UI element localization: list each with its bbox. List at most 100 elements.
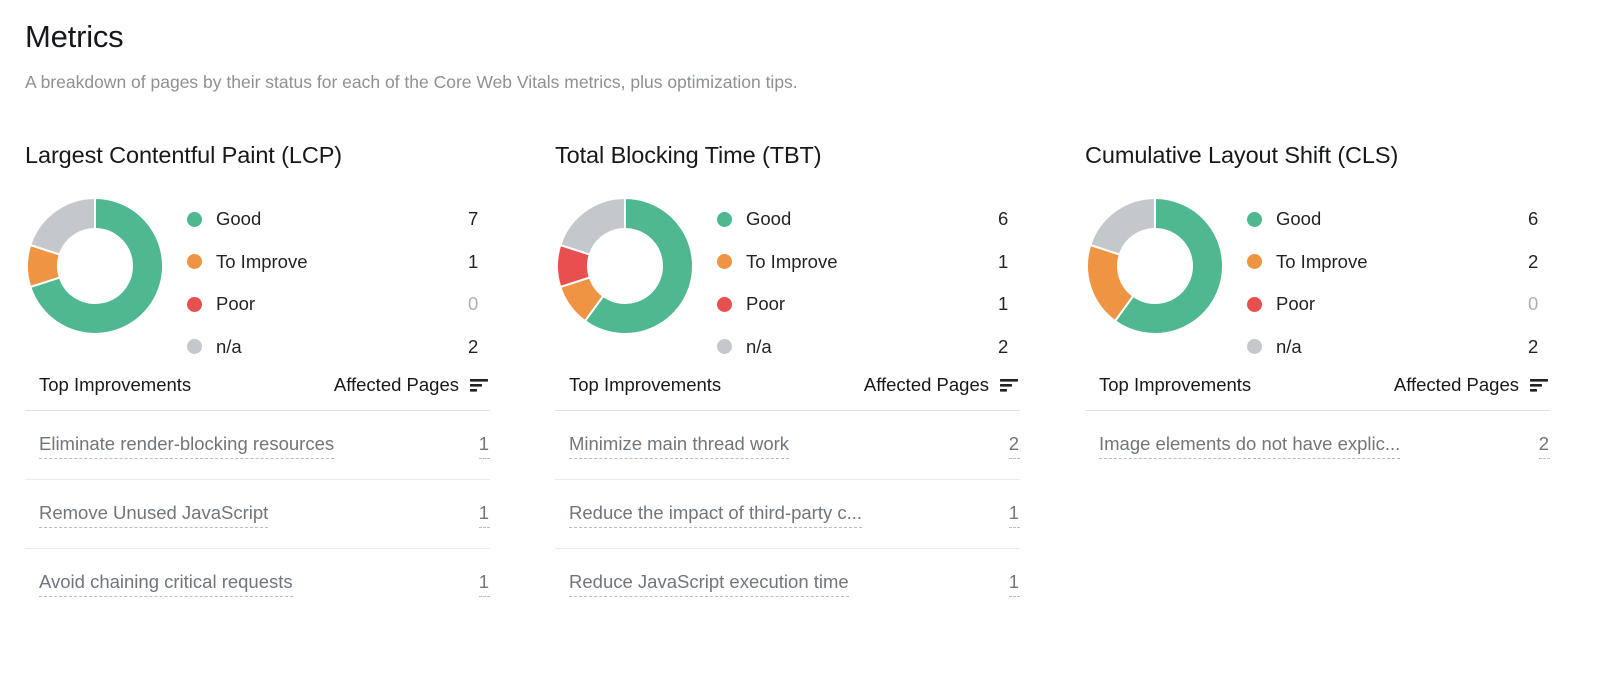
affected-pages-count[interactable]: 1 — [1009, 570, 1020, 597]
column-header-affected-pages-label: Affected Pages — [1394, 374, 1519, 396]
legend-dot-icon — [187, 212, 202, 227]
chart-legend: Good 7 To Improve 1 Poor 0 n/a 2 — [187, 192, 490, 368]
metric-column-inner: Total Blocking Time (TBT)Good6To Improve… — [555, 140, 1020, 618]
legend-label: n/a — [216, 336, 242, 358]
legend-item-good[interactable]: Good 7 — [187, 198, 490, 241]
table-row[interactable]: Minimize main thread work 2 — [555, 411, 1020, 480]
table-row[interactable]: Avoid chaining critical requests 1 — [25, 549, 490, 618]
donut-chart — [25, 196, 165, 336]
legend-item-n-a[interactable]: n/a 2 — [1247, 326, 1550, 369]
metric-columns: Largest Contentful Paint (LCP) Good 7 To Im… — [0, 140, 1600, 618]
legend-value: 0 — [450, 293, 490, 315]
metrics-page: Metrics A breakdown of pages by their st… — [0, 0, 1600, 683]
chart-legend: Good 6 To Improve 2 Poor0 n/a 2 — [1247, 192, 1550, 368]
legend-label: n/a — [1276, 336, 1302, 358]
legend-item-poor[interactable]: Poor 1 — [717, 283, 1020, 326]
legend-item-poor[interactable]: Poor 0 — [187, 283, 490, 326]
table-row[interactable]: Reduce the impact of third-party c... 1 — [555, 480, 1020, 549]
improvement-name[interactable]: Minimize main thread work — [569, 432, 789, 459]
column-header-affected-pages[interactable]: Affected Pages — [334, 374, 490, 396]
metric-column-1: Largest Contentful Paint (LCP) Good 7 To Im… — [0, 140, 530, 618]
sort-descending-icon[interactable] — [469, 377, 489, 393]
legend-dot-icon — [187, 297, 202, 312]
legend-dot-icon — [717, 254, 732, 269]
metric-title: Largest Contentful Paint (LCP) — [25, 140, 490, 170]
page-title: Metrics — [25, 18, 1600, 56]
improvement-name[interactable]: Reduce JavaScript execution time — [569, 570, 849, 597]
metric-column-inner: Cumulative Layout Shift (CLS) Good 6 To Imp… — [1085, 140, 1550, 480]
affected-pages-count[interactable]: 1 — [1009, 501, 1020, 528]
legend-value: 0 — [1510, 293, 1550, 315]
table-row[interactable]: Eliminate render-blocking resources 1 — [25, 411, 490, 480]
improvements-rows: Image elements do not have explic... 2 — [1085, 410, 1550, 480]
legend-dot-icon — [1247, 212, 1262, 227]
affected-pages-count[interactable]: 1 — [479, 501, 490, 528]
affected-pages-count[interactable]: 1 — [479, 432, 490, 459]
chart-block: Good7To Improve1Poor0n/a2 — [25, 192, 490, 352]
legend-label: Good — [1276, 208, 1321, 230]
legend-item-n-a[interactable]: n/a 2 — [187, 326, 490, 369]
legend-label: Poor — [746, 293, 785, 315]
legend-item-good[interactable]: Good6 — [717, 198, 1020, 241]
legend-dot-icon — [717, 297, 732, 312]
column-header-top-improvements[interactable]: Top Improvements — [569, 374, 721, 396]
legend-dot-icon — [1247, 254, 1262, 269]
column-header-affected-pages[interactable]: Affected Pages — [1394, 374, 1550, 396]
affected-pages-count[interactable]: 2 — [1009, 432, 1020, 459]
legend-value: 6 — [1510, 208, 1550, 230]
legend-item-poor[interactable]: Poor0 — [1247, 283, 1550, 326]
legend-value: 1 — [450, 251, 490, 273]
donut-slice-n-a[interactable] — [560, 198, 625, 255]
legend-item-to-improve[interactable]: To Improve 1 — [717, 241, 1020, 284]
affected-pages-count[interactable]: 2 — [1539, 432, 1550, 459]
improvements-table-header: Top Improvements Affected Pages — [25, 374, 490, 410]
affected-pages-count[interactable]: 1 — [479, 570, 490, 597]
improvements-rows: Eliminate render-blocking resources1Remo… — [25, 410, 490, 618]
legend-dot-icon — [1247, 339, 1262, 354]
legend-item-n-a[interactable]: n/a2 — [717, 326, 1020, 369]
table-row[interactable]: Remove Unused JavaScript 1 — [25, 480, 490, 549]
legend-label: To Improve — [1276, 251, 1368, 273]
improvement-name[interactable]: Reduce the impact of third-party c... — [569, 501, 862, 528]
legend-value: 1 — [980, 251, 1020, 273]
sort-descending-icon[interactable] — [1529, 377, 1549, 393]
legend-value: 7 — [450, 208, 490, 230]
column-header-top-improvements[interactable]: Top Improvements — [1099, 374, 1251, 396]
legend-label: To Improve — [216, 251, 308, 273]
legend-item-to-improve[interactable]: To Improve 2 — [1247, 241, 1550, 284]
donut-chart — [555, 196, 695, 336]
legend-value: 2 — [980, 336, 1020, 358]
improvement-name[interactable]: Image elements do not have explic... — [1099, 432, 1400, 459]
legend-item-good[interactable]: Good 6 — [1247, 198, 1550, 241]
improvements-table-header: Top Improvements Affected Pages — [555, 374, 1020, 410]
donut-slice-n-a[interactable] — [1090, 198, 1155, 255]
legend-label: Poor — [216, 293, 255, 315]
column-header-affected-pages[interactable]: Affected Pages — [864, 374, 1020, 396]
legend-dot-icon — [187, 339, 202, 354]
improvements-table-header: Top Improvements Affected Pages — [1085, 374, 1550, 410]
improvements-rows: Minimize main thread work 2 Reduce the imp… — [555, 410, 1020, 618]
table-row[interactable]: Reduce JavaScript execution time 1 — [555, 549, 1020, 618]
improvements-table: Top Improvements Affected Pages Eliminate … — [25, 374, 490, 618]
metric-column-2: Total Blocking Time (TBT)Good6To Improve… — [530, 140, 1060, 618]
metric-title: Total Blocking Time (TBT) — [555, 140, 1020, 170]
improvement-name[interactable]: Eliminate render-blocking resources — [39, 432, 334, 459]
legend-value: 2 — [1510, 251, 1550, 273]
legend-value: 2 — [1510, 336, 1550, 358]
table-row[interactable]: Image elements do not have explic... 2 — [1085, 411, 1550, 480]
sort-descending-icon[interactable] — [999, 377, 1019, 393]
page-subtitle: A breakdown of pages by their status for… — [25, 70, 1600, 94]
legend-value: 6 — [980, 208, 1020, 230]
improvement-name[interactable]: Remove Unused JavaScript — [39, 501, 268, 528]
legend-label: To Improve — [746, 251, 838, 273]
legend-value: 2 — [450, 336, 490, 358]
legend-value: 1 — [980, 293, 1020, 315]
chart-block: Good6To Improve1Poor1n/a2 — [555, 192, 1020, 352]
donut-slice-n-a[interactable] — [30, 198, 95, 255]
donut-wrapper — [555, 192, 695, 336]
legend-item-to-improve[interactable]: To Improve 1 — [187, 241, 490, 284]
improvement-name[interactable]: Avoid chaining critical requests — [39, 570, 293, 597]
legend-label: Good — [216, 208, 261, 230]
column-header-top-improvements[interactable]: Top Improvements — [39, 374, 191, 396]
metric-title: Cumulative Layout Shift (CLS) — [1085, 140, 1550, 170]
